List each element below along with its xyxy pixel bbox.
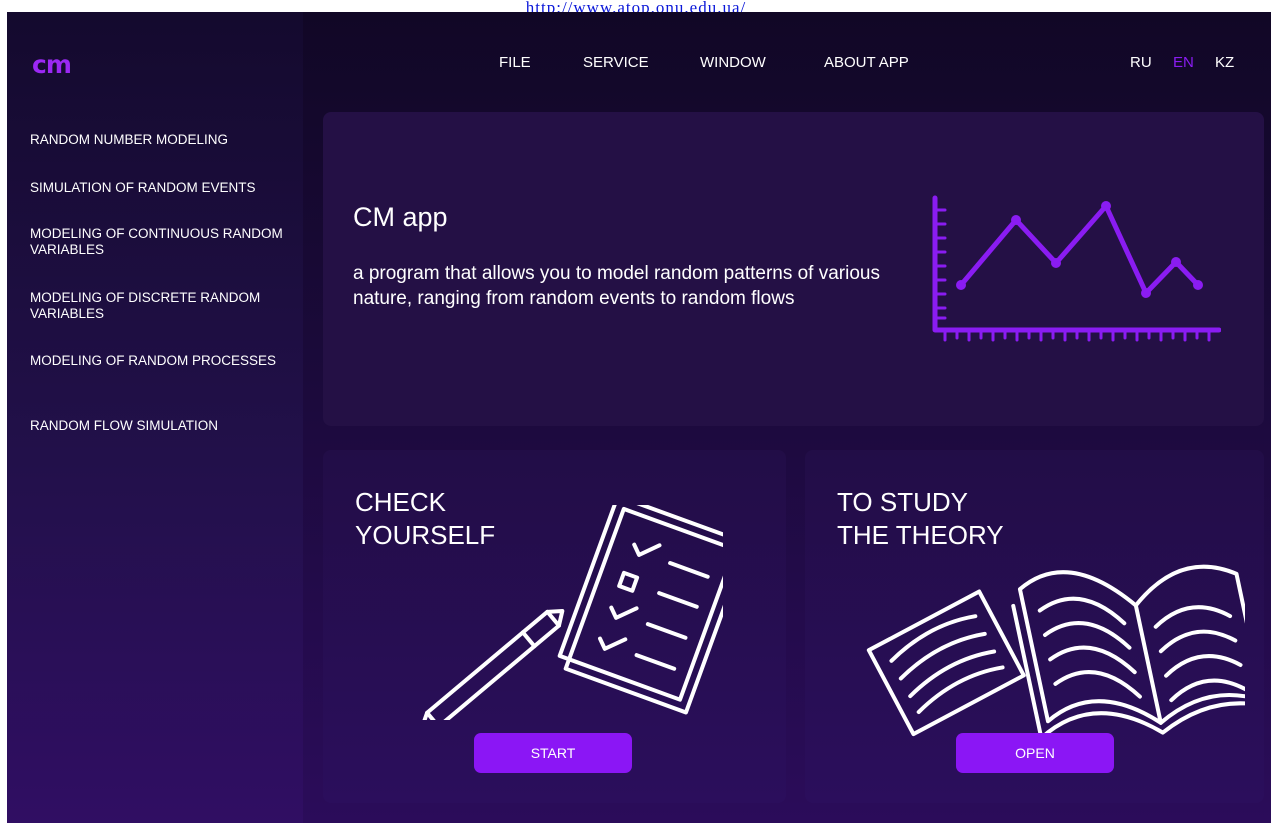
app-logo[interactable]: cm bbox=[32, 50, 72, 79]
sidebar-item-random-events[interactable]: SIMULATION OF RANDOM EVENTS bbox=[30, 180, 292, 196]
check-yourself-card: CHECK YOURSELF START bbox=[323, 450, 786, 803]
app-window: cm RANDOM NUMBER MODELING SIMULATION OF … bbox=[7, 12, 1272, 823]
sidebar-item-discrete-random-variables[interactable]: MODELING OF DISCRETE RANDOM VARIABLES bbox=[30, 290, 292, 322]
sidebar-item-random-processes[interactable]: MODELING OF RANDOM PROCESSES bbox=[30, 353, 292, 369]
hero-description: a program that allows you to model rando… bbox=[353, 263, 880, 309]
line-chart-icon bbox=[921, 190, 1222, 355]
open-book-icon bbox=[845, 530, 1272, 745]
sidebar: cm RANDOM NUMBER MODELING SIMULATION OF … bbox=[7, 12, 303, 823]
study-theory-card: TO STUDY THE THEORY OPEN bbox=[805, 450, 1272, 803]
start-button[interactable]: START bbox=[474, 733, 632, 773]
top-url-link[interactable]: http://www.atop.onu.edu.ua/ bbox=[526, 0, 746, 12]
checklist-pencil-icon bbox=[393, 494, 747, 732]
hero-title: CM app bbox=[353, 202, 448, 232]
language-kz[interactable]: KZ bbox=[1215, 54, 1234, 71]
menu-service[interactable]: SERVICE bbox=[583, 54, 649, 71]
open-button[interactable]: OPEN bbox=[956, 733, 1114, 773]
top-url-bar: http://www.atop.onu.edu.ua/ bbox=[0, 0, 1272, 12]
menu-window[interactable]: WINDOW bbox=[700, 54, 766, 71]
language-en[interactable]: EN bbox=[1173, 54, 1194, 71]
sidebar-item-random-number-modeling[interactable]: RANDOM NUMBER MODELING bbox=[30, 132, 292, 148]
menu-about-app[interactable]: ABOUT APP bbox=[824, 54, 909, 71]
hero-card: CM app a program that allows you to mode… bbox=[323, 112, 1264, 426]
menu-file[interactable]: FILE bbox=[499, 54, 531, 71]
sidebar-item-continuous-random-variables[interactable]: MODELING OF CONTINUOUS RANDOM VARIABLES bbox=[30, 226, 292, 258]
language-ru[interactable]: RU bbox=[1130, 54, 1152, 71]
sidebar-item-random-flow-simulation[interactable]: RANDOM FLOW SIMULATION bbox=[30, 418, 292, 434]
